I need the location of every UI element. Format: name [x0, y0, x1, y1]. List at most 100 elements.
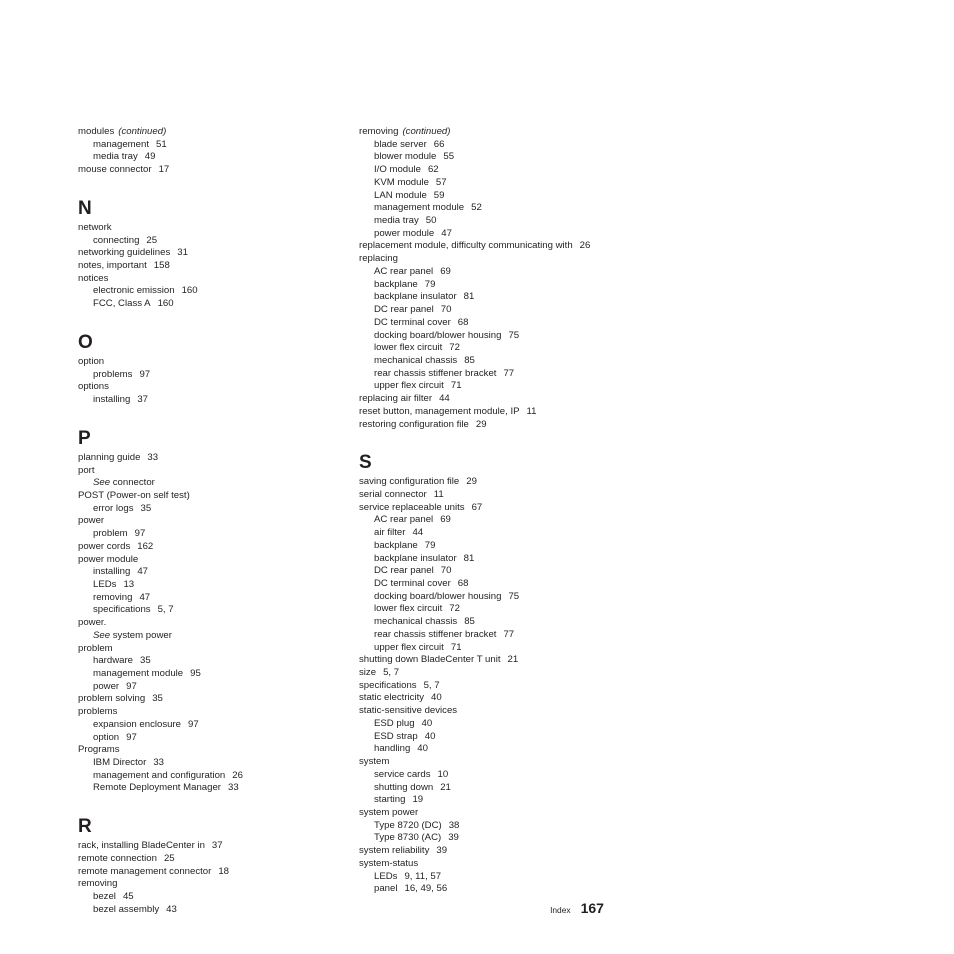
index-entry-page-numbers[interactable]: 40 — [410, 743, 428, 754]
index-entry[interactable]: option — [78, 356, 350, 369]
index-entry-page-numbers[interactable]: 33 — [221, 782, 239, 793]
index-entry[interactable]: backplane 79 — [359, 540, 631, 553]
index-entry[interactable]: docking board/blower housing 75 — [359, 330, 631, 343]
index-entry-page-numbers[interactable]: 33 — [146, 757, 164, 768]
index-entry[interactable]: power cords 162 — [78, 541, 350, 554]
index-entry[interactable]: power. — [78, 617, 350, 630]
index-entry[interactable]: system-status — [359, 858, 631, 871]
index-entry-page-numbers[interactable]: 97 — [132, 369, 150, 380]
index-entry[interactable]: networking guidelines 31 — [78, 247, 350, 260]
index-entry-page-numbers[interactable]: 160 — [151, 298, 174, 309]
index-entry[interactable]: mouse connector 17 — [78, 164, 350, 177]
index-entry-page-numbers[interactable]: 51 — [149, 139, 167, 150]
index-entry[interactable]: problem — [78, 643, 350, 656]
index-entry-page-numbers[interactable]: 95 — [183, 668, 201, 679]
index-entry-page-numbers[interactable]: 35 — [133, 655, 151, 666]
index-entry[interactable]: notes, important 158 — [78, 260, 350, 273]
index-entry[interactable]: Programs — [78, 744, 350, 757]
index-entry-page-numbers[interactable]: 37 — [130, 394, 148, 405]
index-entry[interactable]: power module 47 — [359, 228, 631, 241]
index-entry-page-numbers[interactable]: 68 — [451, 317, 469, 328]
index-entry[interactable]: specifications 5, 7 — [359, 680, 631, 693]
index-entry[interactable]: installing 37 — [78, 394, 350, 407]
index-entry-page-numbers[interactable]: 38 — [442, 820, 460, 831]
index-entry-page-numbers[interactable]: 69 — [433, 266, 451, 277]
index-entry-page-numbers[interactable]: 40 — [418, 731, 436, 742]
index-entry-page-numbers[interactable]: 69 — [433, 514, 451, 525]
index-entry[interactable]: panel 16, 49, 56 — [359, 883, 631, 896]
index-entry[interactable]: AC rear panel 69 — [359, 266, 631, 279]
index-entry[interactable]: replacing air filter 44 — [359, 393, 631, 406]
index-entry[interactable]: mechanical chassis 85 — [359, 616, 631, 629]
index-entry-page-numbers[interactable]: 70 — [434, 565, 452, 576]
index-entry[interactable]: problems — [78, 706, 350, 719]
index-entry[interactable]: backplane insulator 81 — [359, 553, 631, 566]
index-entry[interactable]: network — [78, 222, 350, 235]
index-entry[interactable]: media tray 50 — [359, 215, 631, 228]
index-entry[interactable]: ESD strap 40 — [359, 731, 631, 744]
index-entry[interactable]: rear chassis stiffener bracket 77 — [359, 629, 631, 642]
index-entry-page-numbers[interactable]: 97 — [119, 732, 137, 743]
index-entry[interactable]: planning guide 33 — [78, 452, 350, 465]
index-entry-page-numbers[interactable]: 11 — [427, 489, 444, 500]
index-entry[interactable]: LAN module 59 — [359, 190, 631, 203]
index-entry-page-numbers[interactable]: 50 — [419, 215, 437, 226]
index-entry[interactable]: installing 47 — [78, 566, 350, 579]
index-entry-page-numbers[interactable]: 66 — [427, 139, 445, 150]
index-entry-page-numbers[interactable]: 39 — [441, 832, 459, 843]
index-entry[interactable]: DC terminal cover 68 — [359, 578, 631, 591]
index-entry-page-numbers[interactable]: 97 — [181, 719, 199, 730]
index-entry-page-numbers[interactable]: 85 — [457, 616, 475, 627]
index-entry-page-numbers[interactable]: 26 — [225, 770, 243, 781]
index-entry-page-numbers[interactable]: 18 — [211, 866, 229, 877]
index-entry[interactable]: system power — [359, 807, 631, 820]
index-entry-page-numbers[interactable]: 71 — [444, 642, 462, 653]
index-entry-page-numbers[interactable]: 70 — [434, 304, 452, 315]
index-entry-page-numbers[interactable]: 11 — [520, 406, 537, 417]
index-entry[interactable]: power 97 — [78, 681, 350, 694]
index-entry[interactable]: power module — [78, 554, 350, 567]
index-entry[interactable]: size 5, 7 — [359, 667, 631, 680]
index-entry-page-numbers[interactable]: 67 — [465, 502, 483, 513]
index-entry[interactable]: blower module 55 — [359, 151, 631, 164]
index-entry[interactable]: lower flex circuit 72 — [359, 603, 631, 616]
index-entry[interactable]: backplane 79 — [359, 279, 631, 292]
index-entry[interactable]: hardware 35 — [78, 655, 350, 668]
index-entry-page-numbers[interactable]: 5, 7 — [151, 604, 174, 615]
index-entry-page-numbers[interactable]: 47 — [434, 228, 452, 239]
index-entry-page-numbers[interactable]: 97 — [119, 681, 137, 692]
index-entry-page-numbers[interactable]: 72 — [442, 342, 460, 353]
index-entry-page-numbers[interactable]: 25 — [139, 235, 157, 246]
index-entry-page-numbers[interactable]: 10 — [431, 769, 449, 780]
index-entry-page-numbers[interactable]: 81 — [457, 291, 475, 302]
index-entry-page-numbers[interactable]: 40 — [415, 718, 433, 729]
index-entry-page-numbers[interactable]: 79 — [418, 540, 436, 551]
index-entry-page-numbers[interactable]: 40 — [424, 692, 442, 703]
index-entry[interactable]: ESD plug 40 — [359, 718, 631, 731]
index-entry-page-numbers[interactable]: 72 — [442, 603, 460, 614]
index-entry[interactable]: service replaceable units 67 — [359, 502, 631, 515]
index-entry-page-numbers[interactable]: 37 — [205, 840, 223, 851]
index-entry-page-numbers[interactable]: 29 — [469, 419, 487, 430]
index-entry[interactable]: static-sensitive devices — [359, 705, 631, 718]
index-entry-page-numbers[interactable]: 39 — [429, 845, 447, 856]
index-entry[interactable]: DC rear panel 70 — [359, 565, 631, 578]
index-entry-page-numbers[interactable]: 5, 7 — [417, 680, 440, 691]
index-entry[interactable]: mechanical chassis 85 — [359, 355, 631, 368]
index-entry[interactable]: problems 97 — [78, 369, 350, 382]
index-entry[interactable]: notices — [78, 273, 350, 286]
index-entry-page-numbers[interactable]: 57 — [429, 177, 447, 188]
index-entry[interactable]: Type 8720 (DC) 38 — [359, 820, 631, 833]
index-entry-page-numbers[interactable]: 49 — [138, 151, 156, 162]
index-entry-page-numbers[interactable]: 31 — [170, 247, 188, 258]
index-entry-page-numbers[interactable]: 158 — [147, 260, 170, 271]
index-entry[interactable]: management 51 — [78, 139, 350, 152]
index-entry-page-numbers[interactable]: 47 — [130, 566, 148, 577]
index-entry[interactable]: system reliability 39 — [359, 845, 631, 858]
index-entry[interactable]: electronic emission 160 — [78, 285, 350, 298]
index-entry[interactable]: removing — [78, 878, 350, 891]
index-entry-page-numbers[interactable]: 13 — [116, 579, 134, 590]
index-entry[interactable]: DC terminal cover 68 — [359, 317, 631, 330]
index-entry-page-numbers[interactable]: 75 — [501, 330, 519, 341]
index-entry[interactable]: rack, installing BladeCenter in 37 — [78, 840, 350, 853]
